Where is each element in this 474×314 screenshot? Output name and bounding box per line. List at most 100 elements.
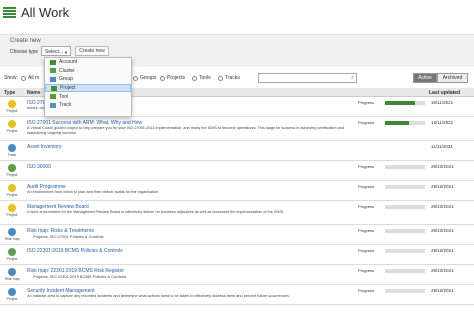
- table-row[interactable]: Project Audit Programme An environment fro…: [0, 181, 474, 201]
- radio-tracks[interactable]: Tracks: [218, 75, 240, 81]
- menu-item-group[interactable]: Group: [45, 75, 131, 84]
- row-type-icon: Track: [5, 144, 19, 157]
- row-type-icon: Risk map: [5, 228, 20, 241]
- row-date: 29/10/2021: [431, 268, 454, 273]
- progress-bar: [385, 165, 425, 169]
- chevron-down-icon: ▼: [64, 50, 68, 55]
- menu-item-project[interactable]: Project: [45, 83, 131, 93]
- radio-projects[interactable]: Projects: [160, 75, 185, 81]
- progress-fill: [385, 101, 415, 105]
- search-icon[interactable]: ⌕: [351, 75, 354, 81]
- radio-tracks-label: Tracks: [225, 75, 240, 81]
- table-row[interactable]: Risk map Risk map: Risks & Treatments Proj…: [0, 225, 474, 245]
- row-type-icon: Project: [5, 248, 19, 261]
- work-table: ProjectISO 2700ments, controls and polic…: [0, 97, 474, 305]
- radio-groups[interactable]: Groups: [133, 75, 156, 81]
- create-new-button[interactable]: Create new: [75, 46, 109, 56]
- tool-icon: [50, 94, 56, 100]
- menu-item-label: Group: [59, 76, 73, 83]
- row-type-icon: Project: [5, 164, 19, 177]
- cluster-icon: [50, 68, 56, 74]
- account-icon: [50, 59, 56, 65]
- tab-archived[interactable]: Archived: [437, 73, 468, 83]
- type-select[interactable]: Select... ▼: [41, 46, 71, 56]
- row-type-label: Risk map: [5, 277, 20, 281]
- project-icon: [8, 204, 16, 212]
- row-title-link[interactable]: ISO 39000: [27, 164, 51, 170]
- row-date: 29/10/2021: [431, 228, 454, 233]
- grid-menu-icon[interactable]: [3, 6, 16, 18]
- row-type-icon: Project: [5, 204, 19, 217]
- progress-bar: [385, 205, 425, 209]
- radio-tools[interactable]: Tools: [192, 75, 211, 81]
- progress-bar: [385, 101, 425, 105]
- type-dropdown-menu: Account Cluster Group Project Tool Track: [44, 57, 132, 117]
- menu-item-account[interactable]: Account: [45, 58, 131, 67]
- search-input[interactable]: ⌕: [258, 73, 357, 83]
- radio-projects-label: Projects: [167, 75, 186, 81]
- table-row[interactable]: Project Management Review Board A work env…: [0, 201, 474, 225]
- create-title: Create new: [10, 38, 41, 44]
- row-type-label: Project: [6, 297, 18, 301]
- radio-groups-label: Groups: [140, 75, 157, 81]
- radio-tools-label: Tools: [199, 75, 211, 81]
- row-type-label: Risk map: [5, 237, 20, 241]
- row-status: Progress: [358, 164, 375, 169]
- row-status: Progress: [358, 120, 375, 125]
- row-type-icon: Project: [5, 120, 19, 133]
- tab-active[interactable]: Active: [413, 73, 437, 83]
- row-title-link[interactable]: Asset Inventory: [27, 144, 61, 150]
- progress-fill: [385, 121, 409, 125]
- row-status: Progress: [358, 248, 375, 253]
- table-row[interactable]: Risk map Risk map: 22301:2019 BCMS Risk R…: [0, 265, 474, 285]
- menu-item-label: Cluster: [59, 67, 75, 74]
- row-date: 29/10/2021: [431, 184, 454, 189]
- row-type-icon: Risk map: [5, 268, 20, 281]
- radio-all-label: All m: [28, 75, 40, 81]
- row-type-label: Project: [6, 213, 18, 217]
- menu-item-label: Project: [60, 85, 76, 92]
- progress-bar: [385, 185, 425, 189]
- row-status: Progress: [358, 288, 375, 293]
- row-description: A work environment for the Management Re…: [27, 210, 285, 214]
- project-icon: [8, 248, 16, 256]
- risk-map-icon: [8, 228, 16, 236]
- row-description: An environment from which to plan and th…: [27, 190, 159, 194]
- table-row[interactable]: Project Security Incident Management An in…: [0, 285, 474, 305]
- row-status: Progress: [358, 268, 375, 273]
- table-row[interactable]: Track Asset Inventory 11/11/2021: [0, 141, 474, 161]
- col-name[interactable]: Name: [27, 90, 41, 96]
- row-status: Progress: [358, 204, 375, 209]
- table-row[interactable]: Project ISO 22301:2019 BCMS Policies & Co…: [0, 245, 474, 265]
- table-row[interactable]: Project ISO 39000 Progress 29/10/2021: [0, 161, 474, 181]
- row-title-link[interactable]: ISO 22301:2019 BCMS Policies & Controls: [27, 248, 123, 254]
- col-updated[interactable]: Last updated: [429, 90, 460, 96]
- menu-item-track[interactable]: Track: [45, 101, 131, 110]
- row-date: 16/11/2021: [431, 120, 454, 125]
- project-icon: [51, 85, 57, 91]
- row-type-label: Track: [7, 153, 17, 157]
- progress-bar: [385, 249, 425, 253]
- menu-item-tool[interactable]: Tool: [45, 92, 131, 101]
- row-date: 29/10/2021: [431, 204, 454, 209]
- progress-bar: [385, 269, 425, 273]
- row-status: Progress: [358, 228, 375, 233]
- progress-bar: [385, 289, 425, 293]
- row-date: 16/11/2021: [431, 100, 454, 105]
- menu-item-cluster[interactable]: Cluster: [45, 67, 131, 76]
- row-type-label: Project: [6, 257, 18, 261]
- row-type-icon: Project: [5, 184, 19, 197]
- row-type-icon: Project: [5, 100, 19, 113]
- risk-map-icon: [8, 268, 16, 276]
- menu-item-label: Track: [59, 102, 72, 109]
- col-type[interactable]: Type: [4, 90, 15, 96]
- project-icon: [8, 164, 16, 172]
- table-row[interactable]: Project ISO 27001 Success with ARM: What,…: [0, 117, 474, 141]
- progress-bar: [385, 121, 425, 125]
- project-icon: [8, 184, 16, 192]
- row-description: An initiative area to capture any record…: [27, 294, 290, 298]
- radio-all[interactable]: All m: [21, 75, 39, 81]
- row-type-label: Project: [6, 129, 18, 133]
- track-icon: [50, 102, 56, 108]
- progress-bar: [385, 229, 425, 233]
